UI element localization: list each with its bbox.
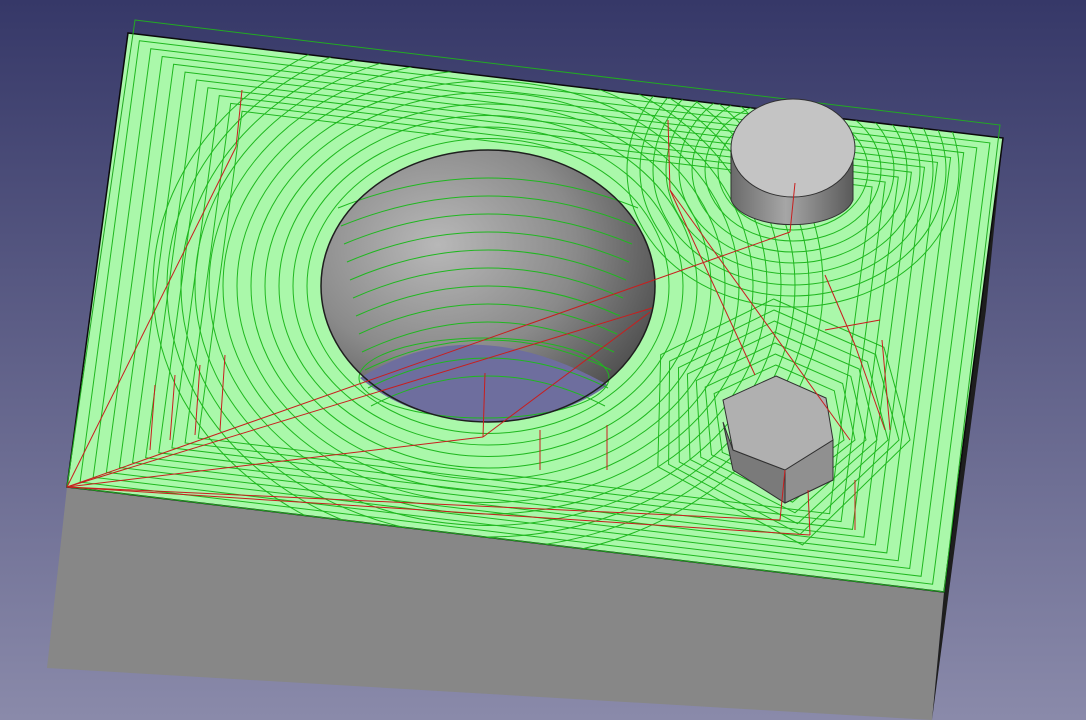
3d-viewport[interactable]	[0, 0, 1086, 720]
cylinder-top	[730, 98, 856, 198]
cad-scene[interactable]	[0, 0, 1086, 720]
circular-pocket[interactable]	[320, 149, 656, 423]
